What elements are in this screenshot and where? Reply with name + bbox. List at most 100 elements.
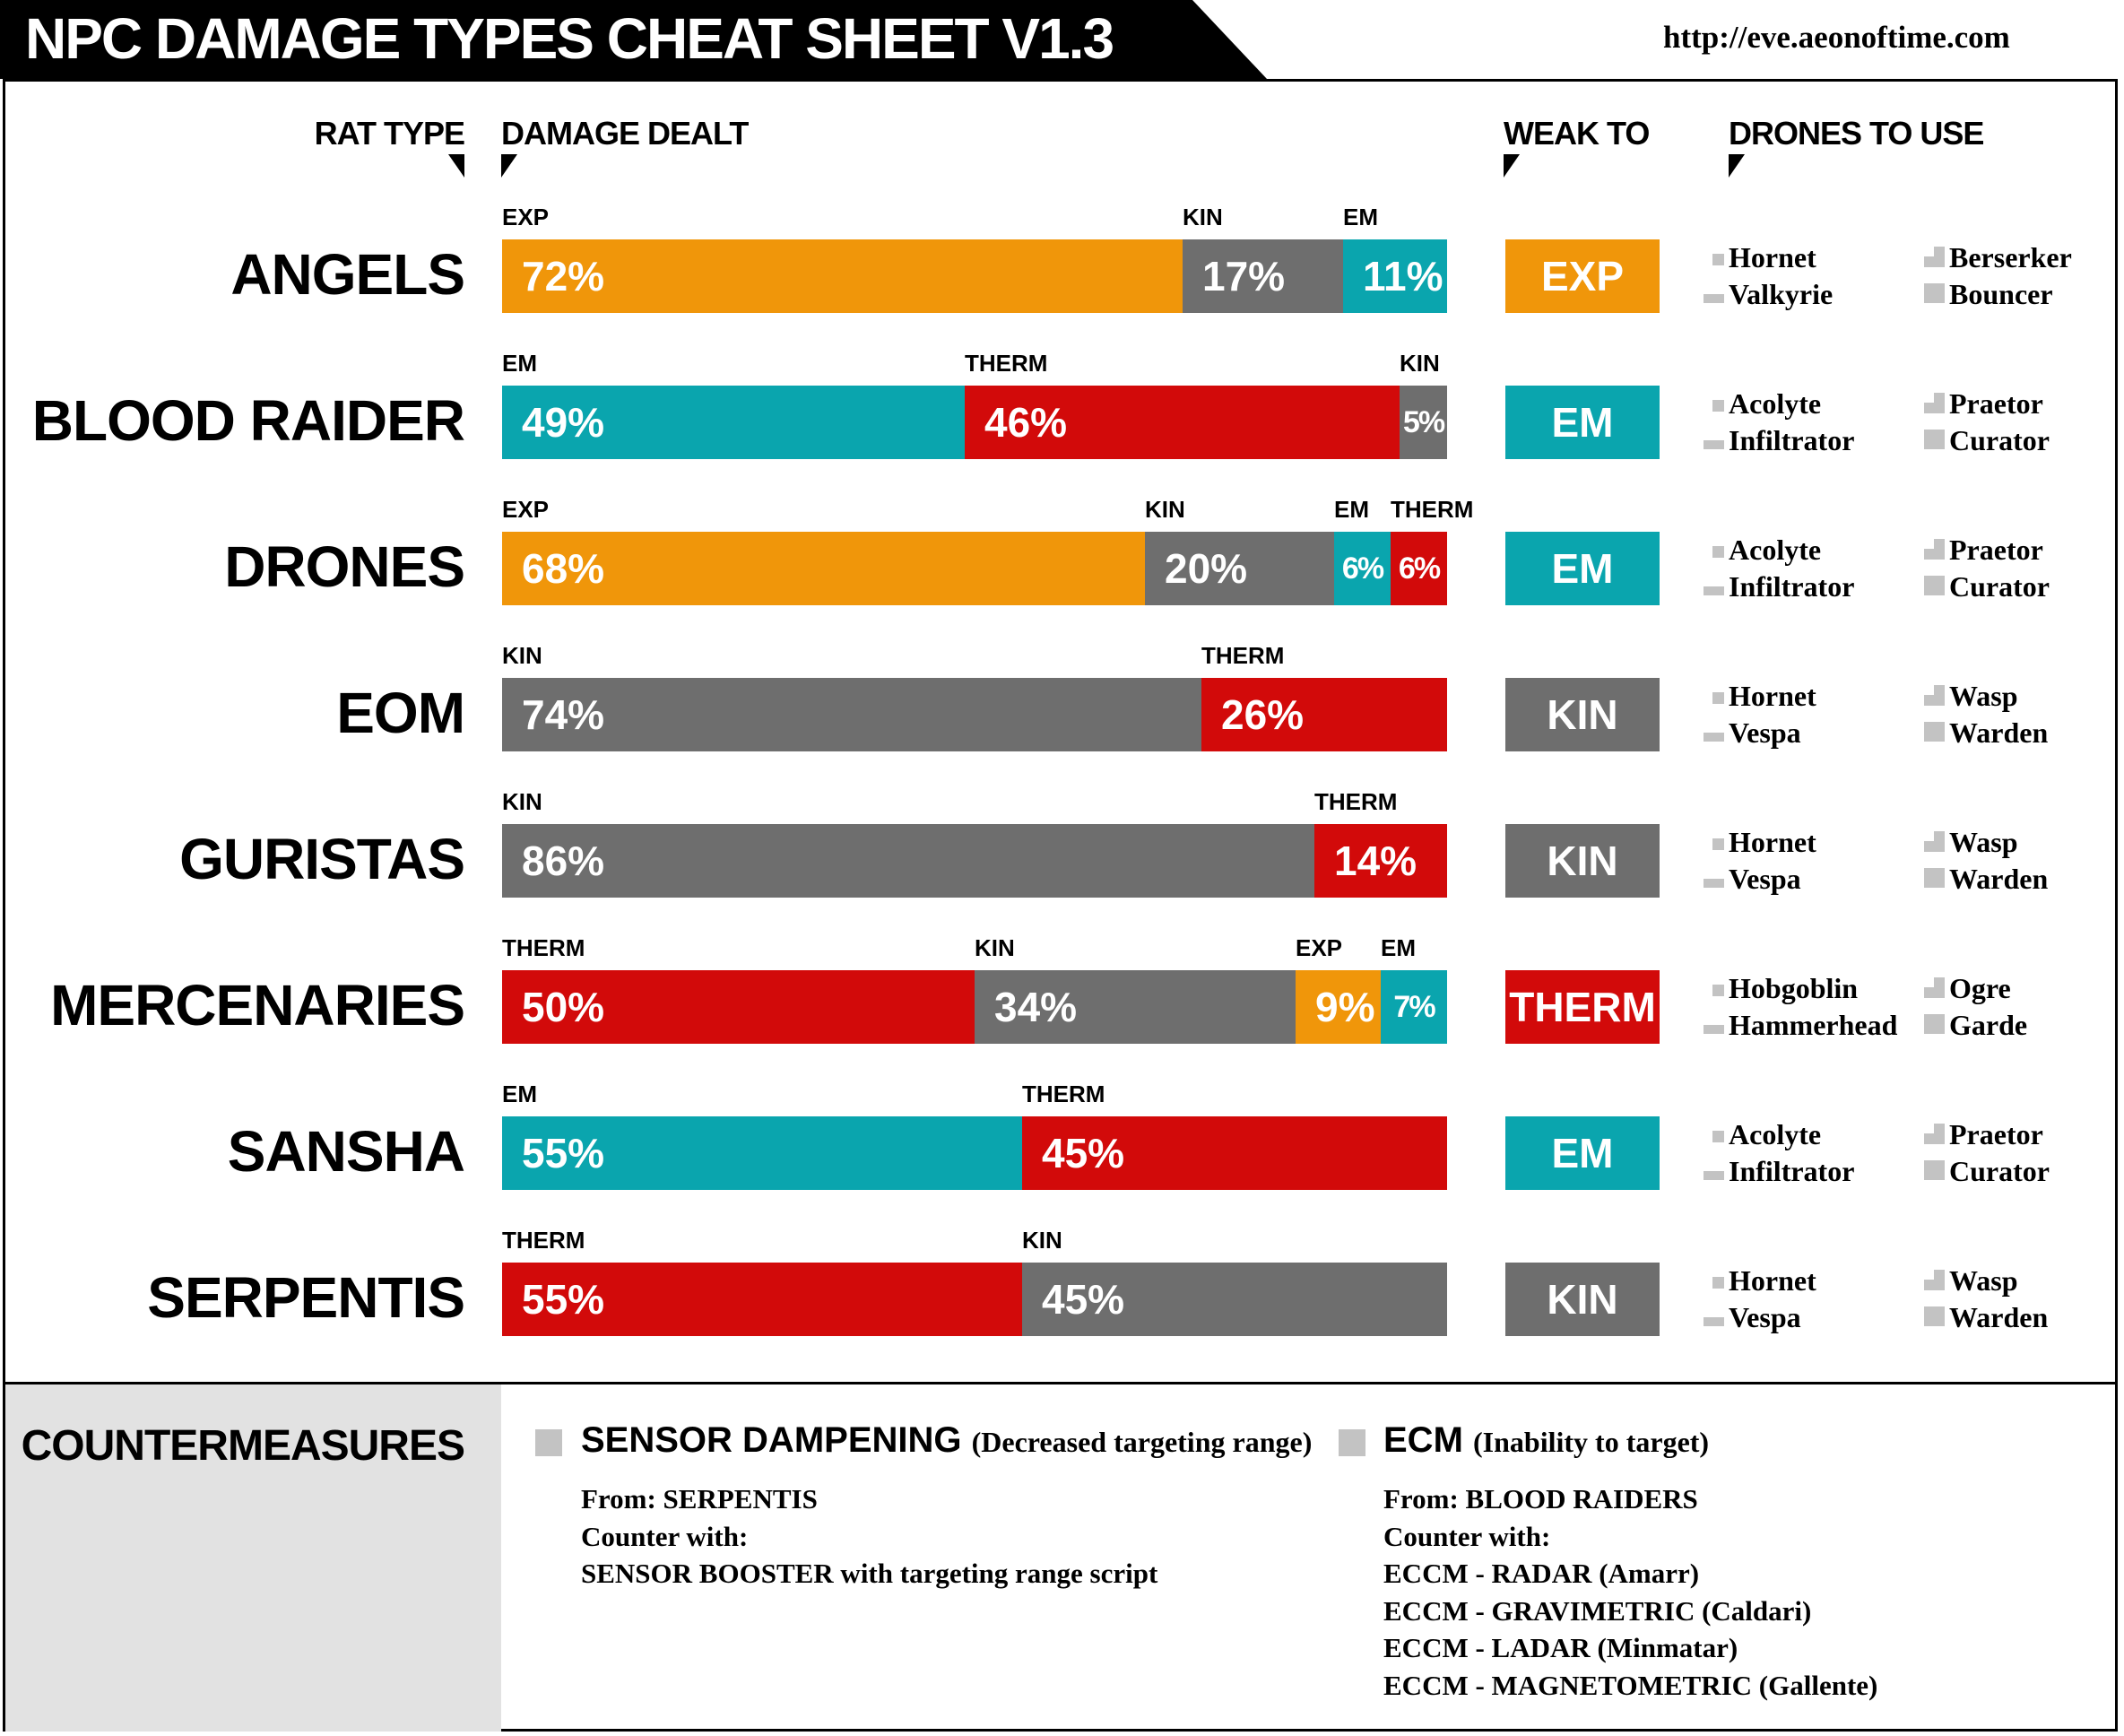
damage-type-label: KIN <box>1022 1227 1062 1254</box>
arrow-marker-icon <box>501 154 517 178</box>
light-drone-icon <box>1704 537 1725 560</box>
weak-to-badge: EXP <box>1505 239 1660 313</box>
damage-bar: 72% EXP 17% KIN 11% EM <box>502 204 1447 313</box>
damage-type-label: THERM <box>1201 642 1285 669</box>
weak-to-badge: KIN <box>1505 824 1660 898</box>
light-drone-icon <box>1704 391 1725 414</box>
damage-type-label: THERM <box>1022 1081 1105 1107</box>
sentry-drone-icon <box>1924 282 1946 305</box>
page-title: NPC DAMAGE TYPES CHEAT SHEET V1.3 <box>25 6 1114 71</box>
damage-segment-em: 55% <box>502 1116 1022 1190</box>
damage-segment-em: 6% <box>1334 532 1391 605</box>
drone-name: Praetor <box>1949 1118 2043 1150</box>
damage-type-label: KIN <box>502 642 542 669</box>
drone-name: Acolyte <box>1729 387 1822 420</box>
damage-bar: 68% EXP 20% KIN 6% EM 6% THERM <box>502 496 1473 605</box>
damage-segment-em: 7% <box>1381 970 1447 1044</box>
damage-segment-kin: 34% <box>975 970 1296 1044</box>
rat-type-name: SANSHA <box>227 1119 465 1184</box>
drone-name: Acolyte <box>1729 534 1822 566</box>
damage-segment-kin: 45% <box>1022 1263 1447 1336</box>
drone-name: Vespa <box>1729 1301 1801 1333</box>
damage-type-label: EM <box>1334 496 1369 523</box>
arrow-marker-icon <box>1729 154 1745 178</box>
drone-name: Infiltrator <box>1729 424 1855 456</box>
damage-type-label: EXP <box>502 496 550 523</box>
damage-segment-kin: 74% <box>502 678 1201 751</box>
rat-type-name: EOM <box>336 681 465 745</box>
light-drone-icon <box>1704 1268 1725 1291</box>
drone-name: Curator <box>1949 424 2050 456</box>
damage-type-label: EXP <box>1296 934 1343 961</box>
damage-segment-therm: 46% <box>965 386 1400 459</box>
rat-type-name: BLOOD RAIDER <box>31 388 465 453</box>
damage-segment-kin: 20% <box>1145 532 1334 605</box>
ecm-icon <box>1339 1429 1365 1456</box>
rat-type-name: ANGELS <box>230 242 465 307</box>
medium-drone-icon <box>1704 1012 1725 1036</box>
site-url: http://eve.aeonoftime.com <box>1663 20 2010 55</box>
drone-name: Wasp <box>1949 680 2018 712</box>
light-drone-icon <box>1704 245 1725 268</box>
damage-segment-em: 11% <box>1343 239 1447 313</box>
drone-name: Praetor <box>1949 387 2043 420</box>
arrow-marker-icon <box>1504 154 1520 178</box>
drone-name: Bouncer <box>1949 278 2053 310</box>
weak-to-badge: EM <box>1505 386 1660 459</box>
countermeasure-title: ECM (Inability to target) <box>1383 1420 1710 1460</box>
drone-name: Ogre <box>1949 972 2011 1004</box>
heavy-drone-icon <box>1924 683 1946 707</box>
drone-name: Hornet <box>1729 1264 1816 1297</box>
damage-bar: 86% KIN 14% THERM <box>502 788 1447 898</box>
damage-type-label: KIN <box>1145 496 1185 523</box>
medium-drone-icon <box>1704 866 1725 890</box>
drone-name: Infiltrator <box>1729 570 1855 603</box>
damage-segment-therm: 55% <box>502 1263 1022 1336</box>
damage-bar: 55% EM 45% THERM <box>502 1081 1447 1190</box>
drone-name: Garde <box>1949 1009 2028 1041</box>
drone-name: Warden <box>1949 863 2049 895</box>
column-header-weak-to: WEAK TO <box>1504 115 1650 152</box>
damage-segment-therm: 50% <box>502 970 975 1044</box>
countermeasure-line: ECCM - GRAVIMETRIC (Caldari) <box>1383 1594 1812 1627</box>
damage-type-label: THERM <box>965 350 1048 377</box>
countermeasure-title: SENSOR DAMPENING (Decreased targeting ra… <box>581 1420 1313 1460</box>
drone-name: Hammerhead <box>1729 1009 1898 1041</box>
drone-name: Vespa <box>1729 716 1801 749</box>
damage-segment-kin: 86% <box>502 824 1314 898</box>
sentry-drone-icon <box>1924 428 1946 451</box>
damage-type-label: KIN <box>975 934 1015 961</box>
drone-name: Warden <box>1949 716 2049 749</box>
damage-type-label: KIN <box>1183 204 1223 230</box>
heavy-drone-icon <box>1924 391 1946 414</box>
drone-name: Praetor <box>1949 534 2043 566</box>
countermeasure-line: Counter with: <box>581 1520 749 1552</box>
weak-to-badge: KIN <box>1505 678 1660 751</box>
weak-to-badge: KIN <box>1505 1263 1660 1336</box>
weak-to-badge: THERM <box>1505 970 1660 1044</box>
damage-type-label: EM <box>1343 204 1378 230</box>
countermeasure-line: ECCM - RADAR (Amarr) <box>1383 1558 1700 1589</box>
sensor-dampening-icon <box>535 1429 562 1456</box>
damage-segment-kin: 17% <box>1183 239 1343 313</box>
drone-name: Hobgoblin <box>1729 972 1859 1004</box>
damage-bar: 49% EM 46% THERM 5% KIN <box>502 350 1447 459</box>
rat-type-name: GURISTAS <box>179 827 465 891</box>
countermeasures-title: COUNTERMEASURES <box>21 1422 465 1470</box>
light-drone-icon <box>1704 1122 1725 1145</box>
drone-name: Curator <box>1949 1155 2050 1187</box>
rat-type-name: SERPENTIS <box>147 1265 465 1330</box>
damage-segment-exp: 68% <box>502 532 1145 605</box>
damage-segment-therm: 45% <box>1022 1116 1447 1190</box>
column-header-drones: DRONES TO USE <box>1729 115 1984 152</box>
countermeasure-line: ECCM - LADAR (Minmatar) <box>1383 1632 1738 1663</box>
drone-name: Curator <box>1949 570 2050 603</box>
drone-name: Valkyrie <box>1729 278 1834 310</box>
damage-segment-therm: 26% <box>1201 678 1447 751</box>
damage-type-label: EXP <box>502 204 550 230</box>
drone-name: Warden <box>1949 1301 2049 1333</box>
damage-type-label: EM <box>1381 934 1416 961</box>
damage-bar: 55% THERM 45% KIN <box>502 1227 1447 1336</box>
rat-type-name: MERCENARIES <box>50 973 465 1037</box>
drone-name: Acolyte <box>1729 1118 1822 1150</box>
